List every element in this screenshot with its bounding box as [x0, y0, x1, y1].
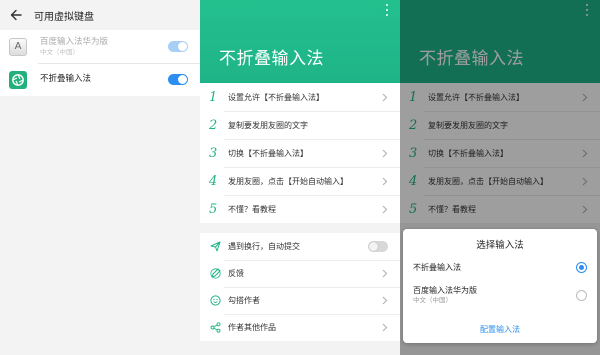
keyboard-item-name: 不折叠输入法 [40, 74, 92, 84]
section-gap [200, 223, 400, 233]
chevron-right-icon [378, 267, 392, 281]
send-icon [209, 241, 221, 253]
bzd-app-icon [9, 70, 27, 89]
steps-list: 1 设置允许【不折叠输入法】 2 复制要发朋友圈的文字 3 切换【不折叠输入法】… [200, 83, 400, 223]
app-header: 不折叠输入法 [200, 0, 400, 83]
more-menu-icon[interactable] [382, 4, 392, 16]
option-text: 反馈 [228, 269, 244, 278]
step-text: 设置允许【不折叠输入法】 [228, 92, 324, 102]
step-text: 切换【不折叠输入法】 [228, 148, 308, 158]
share-icon [209, 322, 221, 334]
keyboard-item-name: 百度输入法华为版 [40, 36, 109, 47]
option-text: 作者其他作品 [228, 323, 276, 332]
step-number: 2 [209, 117, 218, 133]
chevron-right-icon [378, 202, 392, 216]
step-item-2[interactable]: 2 复制要发朋友圈的文字 [200, 111, 400, 139]
step-text: 不懂？看教程 [228, 204, 276, 214]
step-text: 发朋友圈，点击【开始自动输入】 [228, 176, 348, 186]
bzd-keyboard-toggle[interactable] [168, 74, 188, 85]
step-item-1[interactable]: 1 设置允许【不折叠输入法】 [200, 83, 400, 111]
keyboard-item-bzd[interactable]: 不折叠输入法 [0, 63, 200, 96]
author-icon [209, 295, 221, 307]
option-text: 勾搭作者 [228, 296, 260, 305]
dialog-option-baidu[interactable]: 百度输入法华为版 中文（中国） [413, 285, 587, 305]
step-number: 1 [209, 89, 218, 105]
radio-selected[interactable] [576, 262, 587, 273]
dialog-option-name: 不折叠输入法 [413, 263, 461, 272]
configure-input-method-link[interactable]: 配置输入法 [403, 324, 597, 335]
app-title: 不折叠输入法 [219, 49, 324, 69]
chevron-right-icon [378, 174, 392, 188]
step-item-4[interactable]: 4 发朋友圈，点击【开始自动输入】 [200, 167, 400, 195]
keyboard-item-sub: 中文（中国） [40, 47, 79, 56]
back-arrow-icon[interactable] [8, 7, 24, 23]
chevron-right-icon [378, 294, 392, 308]
step-item-3[interactable]: 3 切换【不折叠输入法】 [200, 139, 400, 167]
keyboard-list: A 百度输入法华为版 中文（中国） 不折叠输入法 [0, 30, 200, 96]
keyboard-item-baidu[interactable]: A 百度输入法华为版 中文（中国） [0, 30, 200, 63]
option-feedback[interactable]: 反馈 [200, 260, 400, 287]
option-contact-author[interactable]: 勾搭作者 [200, 287, 400, 314]
baidu-keyboard-toggle[interactable] [168, 41, 188, 52]
step-number: 3 [209, 145, 218, 161]
input-method-dialog: 选择输入法 不折叠输入法 百度输入法华为版 中文（中国） 配置输入法 [403, 229, 597, 343]
chevron-right-icon [378, 146, 392, 160]
dialog-option-sub: 中文（中国） [413, 296, 452, 304]
step-number: 4 [209, 173, 218, 189]
baidu-keyboard-icon: A [9, 37, 27, 56]
dialog-title: 选择输入法 [476, 240, 524, 251]
app-main-screen: 不折叠输入法 1 设置允许【不折叠输入法】 2 复制要发朋友圈的文字 3 切换【… [200, 0, 400, 355]
option-other-works[interactable]: 作者其他作品 [200, 314, 400, 341]
dialog-option-bzd[interactable]: 不折叠输入法 [413, 262, 587, 273]
option-text: 遇到换行，自动提交 [228, 242, 300, 251]
options-list: 遇到换行，自动提交 反馈 勾搭作者 作者其他作品 [200, 233, 400, 341]
option-auto-submit[interactable]: 遇到换行，自动提交 [200, 233, 400, 260]
radio-unselected[interactable] [576, 289, 587, 301]
top-bar: 可用虚拟键盘 [0, 0, 200, 30]
chevron-right-icon [378, 321, 392, 335]
dialog-option-name: 百度输入法华为版 [413, 286, 477, 295]
app-screen-with-dialog: 不折叠输入法 1 设置允许【不折叠输入法】 2 复制要发朋友圈的文字 3 切换【… [400, 0, 600, 355]
step-number: 5 [209, 201, 218, 217]
step-text: 复制要发朋友圈的文字 [228, 120, 308, 130]
page-title: 可用虚拟键盘 [34, 11, 94, 23]
feedback-icon [209, 268, 221, 280]
auto-submit-toggle[interactable] [368, 241, 388, 252]
chevron-right-icon [378, 90, 392, 104]
step-item-5[interactable]: 5 不懂？看教程 [200, 195, 400, 223]
keyboard-settings-screen: 可用虚拟键盘 A 百度输入法华为版 中文（中国） 不折叠输入法 [0, 0, 200, 355]
